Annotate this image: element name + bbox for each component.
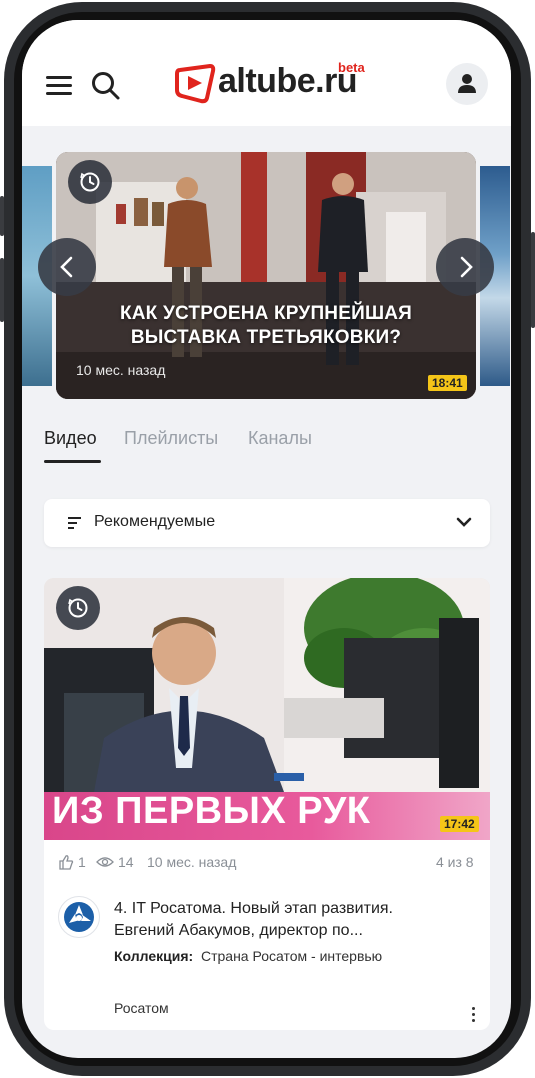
tab-channels[interactable]: Каналы — [248, 428, 312, 449]
user-icon — [458, 74, 476, 93]
featured-video-title[interactable]: КАК УСТРОЕНА КРУПНЕЙШАЯ ВЫСТАВКА ТРЕТЬЯК… — [56, 302, 476, 350]
tab-playlists[interactable]: Плейлисты — [124, 428, 218, 449]
featured-video[interactable]: КАК УСТРОЕНА КРУПНЕЙШАЯ ВЫСТАВКА ТРЕТЬЯК… — [56, 152, 476, 399]
thumbnail-banner-text: ИЗ ПЕРВЫХ РУК — [52, 790, 371, 832]
video-thumbnail[interactable]: ИЗ ПЕРВЫХ РУК 17:42 — [44, 578, 490, 840]
views-eye-icon — [96, 857, 114, 867]
content-tabs: Видео Плейлисты Каналы — [44, 428, 484, 468]
screen: altube.ru beta КАК УСТРОЕНА КРУПНЕЙШАЯ В… — [22, 20, 511, 1058]
phone-side-button — [531, 232, 535, 328]
altube-logo[interactable]: altube.ru beta — [174, 60, 374, 110]
video-date: 10 мес. назад — [147, 854, 237, 870]
logo-beta: beta — [338, 60, 365, 75]
collection-link[interactable]: Страна Росатом - интервью — [201, 948, 382, 964]
sort-dropdown-value: Рекомендуемые — [94, 513, 216, 530]
chevron-right-icon — [460, 256, 473, 278]
user-profile-button[interactable] — [446, 63, 488, 105]
channel-avatar[interactable] — [58, 896, 100, 938]
tab-videos[interactable]: Видео — [44, 428, 97, 449]
logo-play-icon — [175, 64, 216, 104]
hamburger-menu-icon[interactable] — [46, 76, 72, 96]
video-collection: Коллекция: Страна Росатом - интервью — [114, 948, 382, 964]
collection-label: Коллекция: — [114, 948, 194, 964]
sort-icon — [68, 517, 81, 529]
chevron-left-icon — [60, 256, 73, 278]
watch-later-clock-icon[interactable] — [68, 160, 112, 204]
carousel-next-button[interactable] — [436, 238, 494, 296]
search-icon[interactable] — [90, 70, 122, 102]
playlist-position: 4 из 8 — [436, 854, 474, 870]
channel-name[interactable]: Росатом — [114, 1000, 169, 1016]
featured-video-date: 10 мес. назад — [76, 362, 166, 378]
like-count: 1 — [78, 854, 86, 870]
video-stats: 1 14 10 мес. назад 4 из 8 — [58, 854, 478, 874]
app-header: altube.ru beta — [22, 20, 511, 126]
logo-text: altube.ru — [218, 62, 358, 100]
like-thumb-icon[interactable] — [58, 854, 74, 870]
active-tab-indicator — [44, 460, 101, 463]
chevron-down-icon — [456, 517, 472, 527]
rosatom-logo-icon — [64, 902, 94, 932]
view-count: 14 — [118, 854, 134, 870]
watch-later-clock-icon[interactable] — [56, 586, 100, 630]
video-card: ИЗ ПЕРВЫХ РУК 17:42 1 14 10 мес. назад 4… — [44, 578, 490, 1030]
sort-dropdown[interactable]: Рекомендуемые — [44, 499, 490, 547]
video-title[interactable]: 4. IT Росатома. Новый этап развития. Евг… — [114, 898, 474, 942]
carousel-prev-button[interactable] — [38, 238, 96, 296]
more-options-icon[interactable] — [470, 1006, 478, 1024]
video-duration: 17:42 — [440, 816, 479, 832]
featured-video-duration: 18:41 — [428, 375, 467, 391]
